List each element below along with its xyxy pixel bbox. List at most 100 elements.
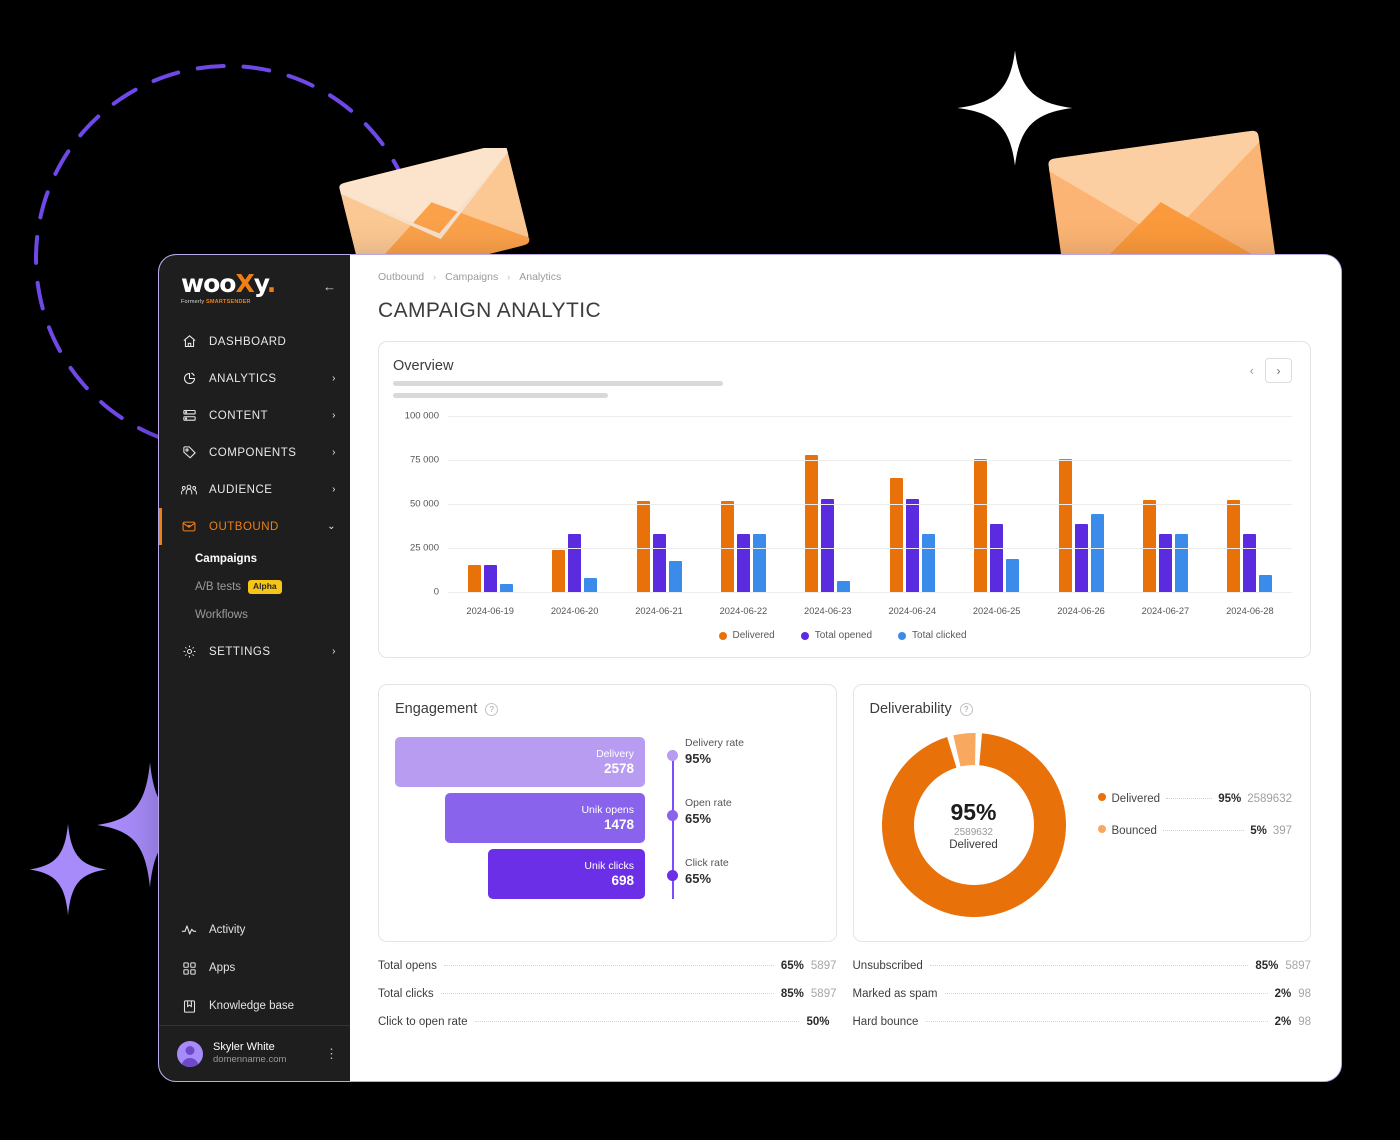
chart-bar[interactable]: [736, 533, 750, 592]
chart-bar[interactable]: [905, 498, 919, 592]
logo-dot: .: [266, 269, 276, 298]
chevron-right-icon: ›: [332, 447, 336, 458]
stat-percent: 85%: [780, 988, 804, 1000]
chart-bar[interactable]: [990, 524, 1004, 592]
legend-label: Delivered: [1111, 793, 1161, 805]
chart-bar[interactable]: [1058, 459, 1072, 592]
sidebar-item-outbound[interactable]: OUTBOUND ⌄: [159, 508, 350, 545]
tag-icon: [181, 445, 197, 461]
chart-bar[interactable]: [668, 561, 682, 592]
deliverability-legend-row: Delivered 95% 2589632: [1097, 793, 1292, 805]
chart-legend-item[interactable]: Total opened: [800, 630, 872, 641]
chart-bar[interactable]: [1142, 500, 1156, 592]
chart-bar[interactable]: [1006, 559, 1020, 592]
funnel-bar-label: Unik opens: [581, 804, 634, 816]
breadcrumb-item-outbound[interactable]: Outbound: [378, 271, 424, 283]
sidebar-item-content[interactable]: CONTENT ›: [159, 397, 350, 434]
sidebar-item-analytics[interactable]: ANALYTICS ›: [159, 360, 350, 397]
sidebar-item-apps[interactable]: Apps: [159, 949, 350, 987]
wooxy-logo[interactable]: wooXy. Formerly SMARTSENDER: [181, 269, 276, 305]
dotted-leader: [944, 993, 1268, 994]
help-circle-icon[interactable]: ?: [959, 702, 973, 716]
chart-x-tick-label: 2024-06-19: [466, 606, 514, 616]
sidebar-item-label: CONTENT: [209, 409, 269, 422]
chart-bar[interactable]: [499, 583, 513, 592]
breadcrumb-item-analytics[interactable]: Analytics: [519, 271, 561, 283]
chart-bar[interactable]: [720, 501, 734, 592]
chart-bar[interactable]: [1174, 533, 1188, 592]
funnel-bar-label: Delivery: [596, 748, 634, 760]
deliverability-body: 95% 2589632 Delivered Delivered 95% 258963…: [870, 725, 1292, 925]
chart-bar[interactable]: [1259, 575, 1273, 592]
chart-bar[interactable]: [974, 459, 988, 592]
chart-bar[interactable]: [1074, 524, 1088, 592]
chart-bar[interactable]: [483, 564, 497, 592]
chart-bar[interactable]: [636, 501, 650, 592]
donut-center-label: 95% 2589632 Delivered: [874, 725, 1074, 925]
chart-legend: Delivered Total opened Total clicked: [393, 630, 1292, 645]
kebab-menu-icon[interactable]: ⋮: [325, 1047, 338, 1060]
sidebar-item-activity[interactable]: Activity: [159, 911, 350, 949]
chevron-right-icon[interactable]: ›: [1265, 358, 1292, 383]
user-profile-row[interactable]: Skyler White domenname.com ⋮: [159, 1025, 350, 1081]
chart-y-tick-label: 50 000: [409, 498, 439, 510]
breadcrumb-item-campaigns[interactable]: Campaigns: [445, 271, 498, 283]
chart-bar[interactable]: [752, 533, 766, 592]
chart-bar[interactable]: [552, 549, 566, 592]
sidebar-item-dashboard[interactable]: DASHBOARD: [159, 323, 350, 360]
funnel-bar-label: Unik clicks: [584, 860, 634, 872]
legend-percent: 95%: [1218, 793, 1242, 805]
sidebar-subitem-workflows[interactable]: Workflows: [159, 601, 350, 629]
chart-bar[interactable]: [652, 533, 666, 592]
chart-bar[interactable]: [467, 564, 481, 592]
sidebar-subitem-campaigns[interactable]: Campaigns: [159, 545, 350, 573]
sidebar-item-components[interactable]: COMPONENTS ›: [159, 434, 350, 471]
chart-x-tick-label: 2024-06-24: [888, 606, 937, 616]
chart-legend-item[interactable]: Total clicked: [898, 630, 967, 641]
legend-label: Bounced: [1111, 825, 1157, 837]
engagement-body: Delivery 2578 Unik opens 1478 Unik clicks 698…: [395, 737, 818, 917]
chevron-right-icon: ›: [433, 272, 437, 282]
sidebar-item-knowledge-base[interactable]: Knowledge base: [159, 987, 350, 1025]
deliverability-legend: Delivered 95% 2589632 Bounced 5% 397: [1097, 793, 1292, 857]
chart-legend-item[interactable]: Delivered: [718, 630, 775, 641]
chart-bar[interactable]: [1227, 500, 1241, 592]
stats-column-left: Total opens 65% 5897 Total clicks 85% 5897 Cli…: [378, 960, 837, 1044]
chart-bar[interactable]: [921, 533, 935, 592]
chart-bar[interactable]: [837, 581, 851, 592]
chart-bar[interactable]: [821, 498, 835, 592]
sidebar-item-audience[interactable]: AUDIENCE ›: [159, 471, 350, 508]
chevron-right-icon: ›: [332, 646, 336, 657]
chart-bar[interactable]: [584, 577, 598, 592]
dotted-leader: [1162, 830, 1245, 831]
placeholder-bar: [393, 381, 723, 386]
logo-subtitle: Formerly SMARTSENDER: [181, 299, 275, 305]
chart-bar[interactable]: [805, 454, 819, 592]
engagement-funnel-bar[interactable]: Unik clicks 698: [487, 849, 645, 899]
chart-bar[interactable]: [889, 477, 903, 592]
dotted-leader: [1166, 798, 1213, 799]
rate-track: [667, 737, 679, 917]
chevron-right-icon: ›: [332, 410, 336, 421]
chevron-left-icon[interactable]: ‹: [1247, 363, 1257, 378]
legend-color-dot: [1097, 825, 1106, 833]
sidebar-subitem-label: A/B tests: [195, 581, 242, 593]
stat-row: Click to open rate 50%: [378, 1016, 837, 1044]
chart-bar[interactable]: [568, 533, 582, 592]
stat-percent: 85%: [1255, 960, 1279, 972]
rate-label: Delivery rate: [685, 737, 744, 749]
chart-bar[interactable]: [1243, 533, 1257, 592]
dotted-leader: [440, 993, 774, 994]
funnel-bar-value: 1478: [603, 817, 634, 832]
sidebar-subitem-ab-tests[interactable]: A/B tests Alpha: [159, 573, 350, 601]
engagement-rate-item: Delivery rate 95%: [685, 737, 744, 797]
engagement-funnel-bar[interactable]: Unik opens 1478: [445, 793, 645, 843]
chart-bar[interactable]: [1158, 533, 1172, 592]
chart-x-tick-label: 2024-06-26: [1057, 606, 1105, 616]
collapse-sidebar-icon[interactable]: ←: [323, 280, 336, 293]
rate-value: 65%: [685, 811, 712, 826]
engagement-funnel-bar[interactable]: Delivery 2578: [395, 737, 645, 787]
chart-bar[interactable]: [1090, 513, 1104, 592]
sidebar-item-settings[interactable]: SETTINGS ›: [159, 633, 350, 670]
help-circle-icon[interactable]: ?: [485, 702, 499, 716]
